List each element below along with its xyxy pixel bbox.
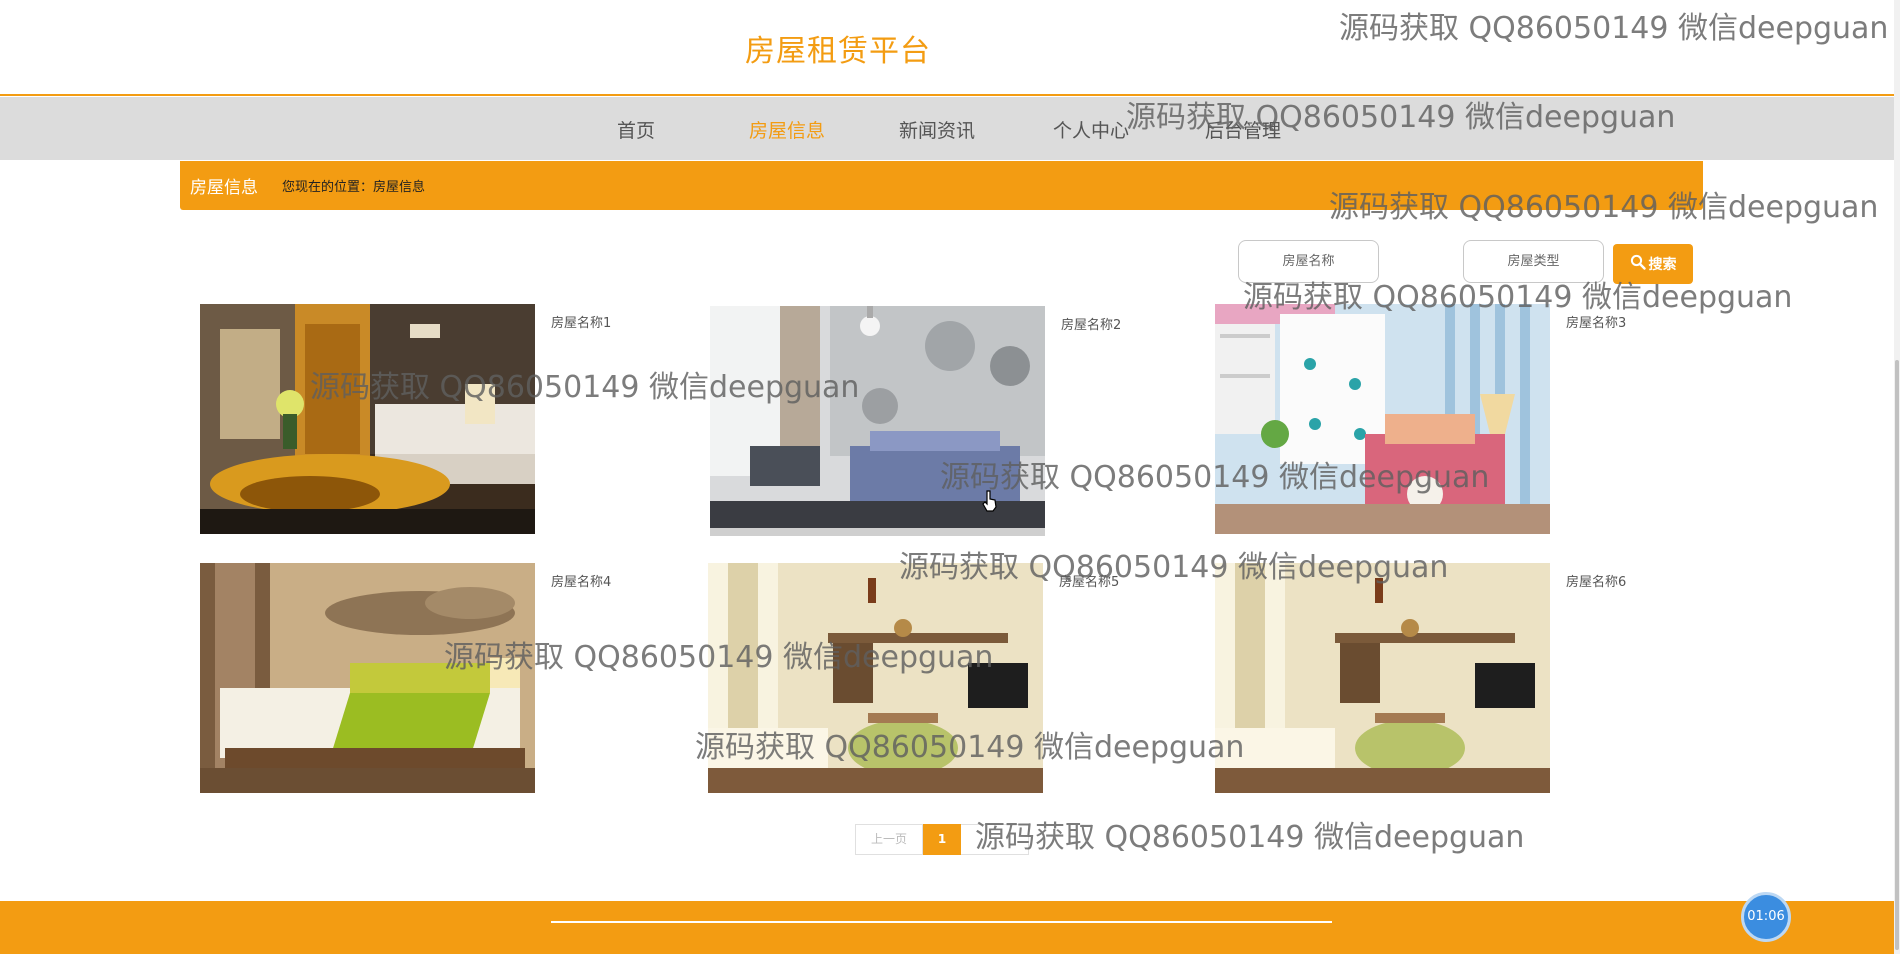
scrollbar-thumb[interactable] [1895, 360, 1899, 950]
footer-divider [551, 921, 1332, 923]
next-page-button[interactable] [961, 824, 1029, 855]
listing-image-5[interactable] [708, 563, 1043, 793]
listing-card-4[interactable]: 房屋名称4 [200, 563, 680, 795]
hand-cursor-icon [982, 490, 998, 512]
listing-image-3[interactable] [1215, 304, 1550, 534]
listing-image-6[interactable] [1215, 563, 1550, 793]
listing-card-6[interactable]: 房屋名称6 [1215, 563, 1695, 795]
listing-name-4[interactable]: 房屋名称4 [551, 571, 611, 590]
main-nav: 首页 房屋信息 新闻资讯 个人中心 后台管理 [0, 97, 1894, 160]
house-name-input[interactable]: 房屋名称 [1238, 240, 1379, 283]
listing-card-2[interactable]: 房屋名称2 [710, 306, 1190, 538]
breadcrumb: 房屋信息 您现在的位置：房屋信息 [180, 161, 1703, 210]
nav-item-personal-center[interactable]: 个人中心 [1053, 116, 1129, 143]
breadcrumb-location: 您现在的位置：房屋信息 [282, 180, 426, 195]
listing-card-1[interactable]: 房屋名称1 [200, 304, 680, 536]
nav-item-news[interactable]: 新闻资讯 [899, 116, 975, 143]
page-number-1[interactable]: 1 [923, 824, 961, 855]
listing-name-3[interactable]: 房屋名称3 [1566, 312, 1626, 331]
listing-card-5[interactable]: 房屋名称5 [708, 563, 1188, 795]
scrollbar[interactable] [1894, 0, 1900, 954]
nav-item-home[interactable]: 首页 [617, 116, 655, 143]
site-header: 房屋租赁平台 [0, 0, 1894, 96]
listing-name-1[interactable]: 房屋名称1 [551, 312, 611, 331]
breadcrumb-title: 房屋信息 [190, 178, 258, 198]
search-button-label: 搜索 [1648, 257, 1677, 273]
search-button[interactable]: 搜索 [1613, 244, 1693, 284]
timer-badge[interactable]: 01:06 [1741, 892, 1791, 942]
watermark-text: 源码获取 QQ86050149 微信deepguan [975, 820, 1525, 855]
nav-item-admin[interactable]: 后台管理 [1205, 116, 1281, 143]
house-type-input[interactable]: 房屋类型 [1463, 240, 1604, 283]
listing-name-5[interactable]: 房屋名称5 [1059, 571, 1119, 590]
site-footer [0, 901, 1894, 954]
prev-page-button[interactable]: 上一页 [855, 824, 923, 855]
listing-name-6[interactable]: 房屋名称6 [1566, 571, 1626, 590]
pagination: 上一页 1 [855, 824, 1029, 855]
site-title: 房屋租赁平台 [745, 34, 931, 69]
listing-card-3[interactable]: 房屋名称3 [1215, 304, 1695, 536]
nav-item-house-info[interactable]: 房屋信息 [749, 116, 825, 143]
search-icon [1630, 254, 1646, 274]
listing-image-1[interactable] [200, 304, 535, 534]
listing-name-2[interactable]: 房屋名称2 [1061, 314, 1121, 333]
listing-image-4[interactable] [200, 563, 535, 793]
